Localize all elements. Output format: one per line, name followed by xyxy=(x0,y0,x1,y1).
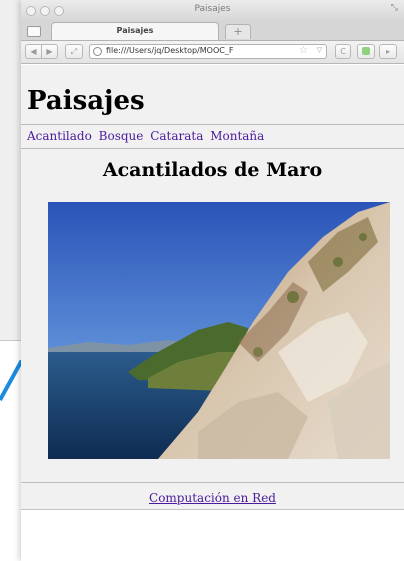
footer: Computación en Red xyxy=(21,491,404,505)
fullscreen-icon[interactable]: ⤡ xyxy=(391,3,398,13)
window-title: Paisajes xyxy=(194,4,231,14)
divider xyxy=(21,482,404,483)
article-title: Acantilados de Maro xyxy=(102,159,323,181)
nav-link-acantilado[interactable]: Acantilado xyxy=(27,129,92,143)
site-title: Paisajes xyxy=(27,86,145,116)
url-text[interactable]: file:///Users/jq/Desktop/MOOC_F xyxy=(106,46,284,55)
nav-link-bosque[interactable]: Bosque xyxy=(99,129,144,143)
page-content: Paisajes Acantilado Bosque Catarata Mont… xyxy=(21,65,404,561)
back-button[interactable]: ◀ xyxy=(25,44,42,59)
resize-button[interactable]: ⤢ xyxy=(65,44,83,59)
reload-button[interactable]: C xyxy=(335,44,351,59)
browser-window: Paisajes ⤡ Paisajes + ◀ ▶ ⤢ file:///User… xyxy=(21,0,404,561)
footer-link-computacion-en-red[interactable]: Computación en Red xyxy=(149,491,276,505)
new-tab-button[interactable]: + xyxy=(225,24,251,39)
chevron-down-icon[interactable]: ▽ xyxy=(317,46,322,54)
tab-strip: Paisajes + xyxy=(21,20,404,41)
nav-link-catarata[interactable]: Catarata xyxy=(150,129,203,143)
forward-button[interactable]: ▶ xyxy=(41,44,58,59)
nav-link-montana[interactable]: Montaña xyxy=(210,129,264,143)
cliff-landscape-image xyxy=(48,202,390,459)
address-bar[interactable]: file:///Users/jq/Desktop/MOOC_F ☆ ▽ xyxy=(89,44,327,59)
extension-icon xyxy=(362,47,370,55)
divider xyxy=(21,124,404,125)
more-button[interactable]: ▸ xyxy=(379,44,397,59)
tab-paisajes[interactable]: Paisajes xyxy=(51,22,219,40)
divider xyxy=(21,148,404,149)
cliff-photo xyxy=(48,202,390,459)
bookmark-star-icon[interactable]: ☆ xyxy=(299,45,308,56)
page-icon xyxy=(27,26,41,37)
nav-menu: Acantilado Bosque Catarata Montaña xyxy=(27,129,267,143)
window-titlebar: Paisajes ⤡ xyxy=(21,0,404,20)
extension-button[interactable] xyxy=(357,44,375,59)
browser-toolbar: ◀ ▶ ⤢ file:///Users/jq/Desktop/MOOC_F ☆ … xyxy=(21,41,404,64)
globe-icon xyxy=(93,47,102,56)
